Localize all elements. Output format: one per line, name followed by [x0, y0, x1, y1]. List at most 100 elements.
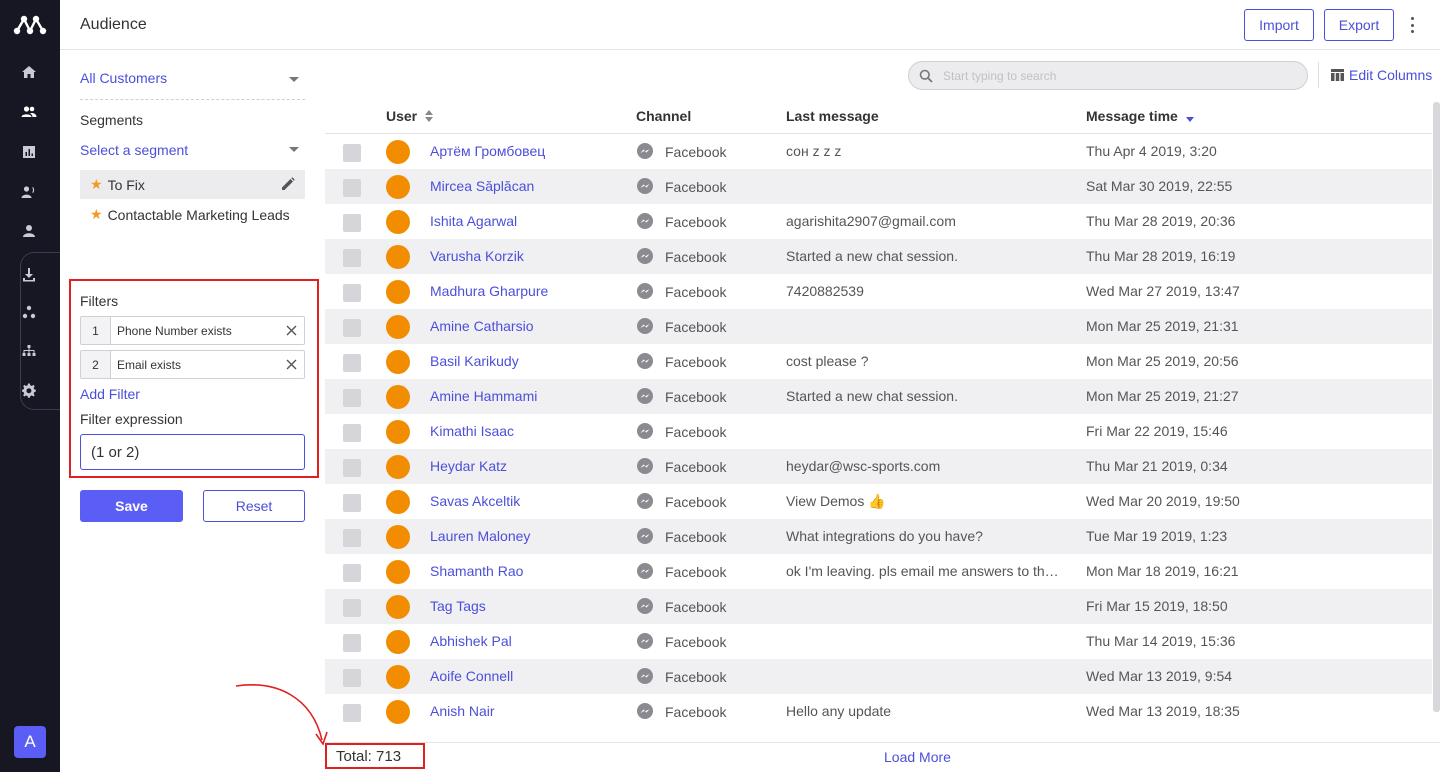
user-name-link[interactable]: Артём Громбовец	[430, 143, 545, 159]
column-header-message-time[interactable]: Message time	[1086, 108, 1194, 124]
message-time-cell: Mon Mar 25 2019, 21:27	[1086, 388, 1239, 404]
edit-pencil-icon[interactable]	[281, 177, 295, 191]
row-checkbox[interactable]	[343, 319, 361, 337]
message-time-cell: Sat Mar 30 2019, 22:55	[1086, 178, 1233, 194]
sort-icon[interactable]	[425, 110, 434, 122]
table-row[interactable]: Shamanth Rao Facebook ok I'm leaving. pls …	[325, 554, 1432, 589]
load-more-link[interactable]: Load More	[884, 749, 951, 765]
row-checkbox[interactable]	[343, 249, 361, 267]
last-message-cell: Started a new chat session.	[786, 248, 958, 264]
last-message-cell: Hello any update	[786, 703, 892, 719]
user-name-link[interactable]: Lauren Maloney	[430, 528, 530, 544]
row-checkbox[interactable]	[343, 494, 361, 512]
table-row[interactable]: Lauren Maloney Facebook What integrations …	[325, 519, 1432, 554]
row-checkbox[interactable]	[343, 704, 361, 722]
row-checkbox[interactable]	[343, 354, 361, 372]
user-name-link[interactable]: Mircea Săplăcan	[430, 178, 534, 194]
close-icon[interactable]	[278, 351, 304, 378]
share-nodes-icon[interactable]	[20, 303, 38, 321]
row-checkbox[interactable]	[343, 214, 361, 232]
user-name-link[interactable]: Ishita Agarwal	[430, 213, 517, 229]
user-name-link[interactable]: Madhura Gharpure	[430, 283, 548, 299]
user-name-link[interactable]: Abhishek Pal	[430, 633, 512, 649]
table-row[interactable]: Ishita Agarwal Facebook agarishita2907@gma…	[325, 204, 1432, 239]
row-checkbox[interactable]	[343, 599, 361, 617]
segment-select[interactable]: Select a segment	[80, 142, 305, 162]
sitemap-icon[interactable]	[20, 342, 38, 360]
chart-icon[interactable]	[20, 143, 38, 161]
people-icon[interactable]	[20, 103, 38, 121]
user-name-link[interactable]: Shamanth Rao	[430, 563, 523, 579]
row-checkbox[interactable]	[343, 424, 361, 442]
search-bar[interactable]	[908, 61, 1308, 90]
messenger-icon	[637, 633, 653, 649]
row-checkbox[interactable]	[343, 459, 361, 477]
user-name-link[interactable]: Tag Tags	[430, 598, 486, 614]
megaphone-icon[interactable]	[20, 183, 38, 201]
export-button[interactable]: Export	[1324, 9, 1394, 41]
table-row[interactable]: Mircea Săplăcan Facebook Sat Mar 30 2019, …	[325, 169, 1432, 204]
column-header-label: Last message	[786, 108, 879, 124]
save-button[interactable]: Save	[80, 490, 183, 522]
sort-desc-icon[interactable]	[1185, 110, 1194, 122]
contact-avatar	[386, 630, 410, 654]
row-checkbox[interactable]	[343, 179, 361, 197]
table-row[interactable]: Amine Catharsio Facebook Mon Mar 25 2019, …	[325, 309, 1432, 344]
segment-item-to-fix[interactable]: ★ To Fix	[80, 170, 305, 199]
person-icon[interactable]	[20, 222, 38, 240]
row-checkbox[interactable]	[343, 669, 361, 687]
column-header-label: Channel	[636, 108, 692, 124]
more-options-icon[interactable]	[1406, 15, 1418, 35]
message-time-cell: Fri Mar 22 2019, 15:46	[1086, 423, 1228, 439]
scrollbar[interactable]	[1433, 102, 1440, 712]
total-count: Total: 713	[325, 743, 425, 769]
reset-button[interactable]: Reset	[203, 490, 305, 522]
table-row[interactable]: Heydar Katz Facebook heydar@wsc-sports.com…	[325, 449, 1432, 484]
filter-expression-input[interactable]	[80, 434, 305, 470]
close-icon[interactable]	[278, 317, 304, 344]
home-icon[interactable]	[20, 63, 38, 81]
table-row[interactable]: Tag Tags Facebook Fri Mar 15 2019, 18:50	[325, 589, 1432, 624]
table-row[interactable]: Aoife Connell Facebook Wed Mar 13 2019, 9:…	[325, 659, 1432, 694]
user-name-link[interactable]: Heydar Katz	[430, 458, 507, 474]
segment-item-contactable-marketing-leads[interactable]: ★ Contactable Marketing Leads	[80, 200, 305, 229]
user-avatar[interactable]: A	[14, 726, 46, 758]
user-name-link[interactable]: Aoife Connell	[430, 668, 513, 684]
table-row[interactable]: Varusha Korzik Facebook Started a new chat…	[325, 239, 1432, 274]
column-header-label: User	[386, 108, 418, 124]
user-name-link[interactable]: Savas Akceltik	[430, 493, 520, 509]
user-name-link[interactable]: Amine Catharsio	[430, 318, 534, 334]
column-header-user[interactable]: User	[386, 108, 434, 124]
edit-columns-button[interactable]: Edit Columns	[1331, 67, 1432, 83]
table-row[interactable]: Madhura Gharpure Facebook 7420882539 Wed Ma…	[325, 274, 1432, 309]
table-row[interactable]: Basil Karikudy Facebook cost please ? Mon M…	[325, 344, 1432, 379]
table-row[interactable]: Savas Akceltik Facebook View Demos 👍 Wed Ma…	[325, 484, 1432, 519]
app-logo-icon[interactable]	[13, 14, 47, 36]
row-checkbox[interactable]	[343, 634, 361, 652]
user-name-link[interactable]: Anish Nair	[430, 703, 495, 719]
table-header: User Channel Last message Message time	[325, 102, 1432, 134]
row-checkbox[interactable]	[343, 529, 361, 547]
import-button[interactable]: Import	[1244, 9, 1314, 41]
user-name-link[interactable]: Kimathi Isaac	[430, 423, 514, 439]
customer-select[interactable]: All Customers	[80, 70, 305, 100]
add-filter-link[interactable]: Add Filter	[80, 386, 140, 402]
user-name-link[interactable]: Varusha Korzik	[430, 248, 524, 264]
contact-avatar	[386, 420, 410, 444]
row-checkbox[interactable]	[343, 284, 361, 302]
table-row[interactable]: Артём Громбовец Facebook сон z z z Thu Apr …	[325, 134, 1432, 169]
user-name-link[interactable]: Basil Karikudy	[430, 353, 519, 369]
messenger-icon	[637, 388, 653, 404]
row-checkbox[interactable]	[343, 564, 361, 582]
table-row[interactable]: Abhishek Pal Facebook Thu Mar 14 2019, 15:…	[325, 624, 1432, 659]
download-icon[interactable]	[20, 265, 38, 283]
gear-icon[interactable]	[20, 382, 38, 400]
row-checkbox[interactable]	[343, 144, 361, 162]
search-input[interactable]	[943, 68, 1283, 83]
row-checkbox[interactable]	[343, 389, 361, 407]
table-row[interactable]: Kimathi Isaac Facebook Fri Mar 22 2019, 15…	[325, 414, 1432, 449]
user-name-link[interactable]: Amine Hammami	[430, 388, 537, 404]
table-row[interactable]: Anish Nair Facebook Hello any update Wed Ma…	[325, 694, 1432, 729]
channel-cell: Facebook	[636, 283, 726, 300]
table-row[interactable]: Amine Hammami Facebook Started a new chat …	[325, 379, 1432, 414]
